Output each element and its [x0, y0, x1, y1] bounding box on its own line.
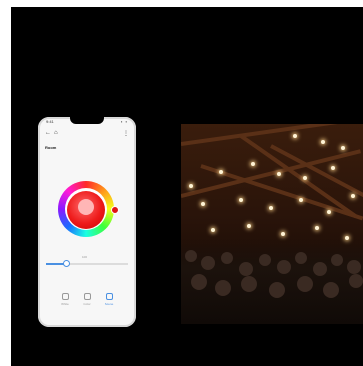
- string-light: [247, 224, 251, 228]
- string-light: [327, 210, 331, 214]
- back-icon[interactable]: ←: [45, 130, 51, 136]
- person-silhouette: [241, 276, 257, 292]
- string-light: [277, 172, 281, 176]
- bottom-nav-item-color[interactable]: Color: [81, 293, 93, 315]
- phone-mockup: 9:41 ▪ ▪ ← ⌂ ⋮ Room 100 White Color Scene: [38, 117, 136, 327]
- string-light: [251, 162, 255, 166]
- nav-row: ← ⌂ ⋮: [45, 130, 129, 138]
- brightness-label: 100: [82, 255, 88, 259]
- string-light: [201, 202, 205, 206]
- person-silhouette: [323, 282, 339, 298]
- person-silhouette: [297, 276, 313, 292]
- string-light: [211, 228, 215, 232]
- phone-notch: [70, 117, 104, 124]
- bottom-nav-item-scene[interactable]: Scene: [103, 293, 115, 315]
- person-silhouette: [191, 274, 207, 290]
- person-silhouette: [259, 254, 271, 266]
- string-light: [219, 170, 223, 174]
- string-light: [239, 198, 243, 202]
- person-silhouette: [313, 262, 327, 276]
- person-silhouette: [347, 260, 361, 274]
- bottom-nav-label: Scene: [104, 302, 114, 306]
- crowd: [181, 238, 363, 324]
- string-light: [269, 206, 273, 210]
- person-silhouette: [201, 256, 215, 270]
- string-light: [331, 166, 335, 170]
- sun-icon: [61, 293, 69, 300]
- string-light: [341, 146, 345, 150]
- string-light: [345, 236, 349, 240]
- string-light: [303, 176, 307, 180]
- person-silhouette: [331, 254, 343, 266]
- string-light: [351, 194, 355, 198]
- string-light: [293, 134, 297, 138]
- person-silhouette: [215, 280, 231, 296]
- string-light: [315, 226, 319, 230]
- more-icon[interactable]: ⋮: [123, 130, 129, 137]
- person-silhouette: [277, 260, 291, 274]
- palette-icon: [83, 293, 91, 300]
- string-light: [321, 140, 325, 144]
- bulb-icon[interactable]: [67, 191, 105, 229]
- bottom-nav-label: White: [61, 302, 69, 306]
- bottom-nav-item-white[interactable]: White: [59, 293, 71, 315]
- status-time: 9:41: [46, 119, 54, 124]
- roof-beam: [181, 124, 363, 146]
- device-title: Room: [45, 145, 57, 150]
- color-wheel-handle[interactable]: [111, 206, 119, 214]
- person-silhouette: [349, 274, 363, 288]
- string-light: [281, 232, 285, 236]
- status-icons: ▪ ▪: [121, 119, 128, 124]
- person-silhouette: [239, 262, 253, 276]
- event-photo: [181, 124, 363, 324]
- bottom-nav-label: Color: [83, 302, 91, 306]
- presentation-background: 9:41 ▪ ▪ ← ⌂ ⋮ Room 100 White Color Scene: [11, 7, 363, 366]
- brightness-slider[interactable]: [46, 263, 128, 265]
- person-silhouette: [185, 250, 197, 262]
- person-silhouette: [221, 252, 233, 264]
- brightness-slider-thumb[interactable]: [63, 260, 70, 267]
- string-light: [299, 198, 303, 202]
- scene-icon: [105, 293, 113, 300]
- person-silhouette: [295, 252, 307, 264]
- bottom-navigation: White Color Scene: [38, 293, 136, 315]
- string-light: [189, 184, 193, 188]
- person-silhouette: [269, 282, 285, 298]
- home-icon[interactable]: ⌂: [54, 130, 58, 136]
- bulb-highlight: [78, 199, 94, 215]
